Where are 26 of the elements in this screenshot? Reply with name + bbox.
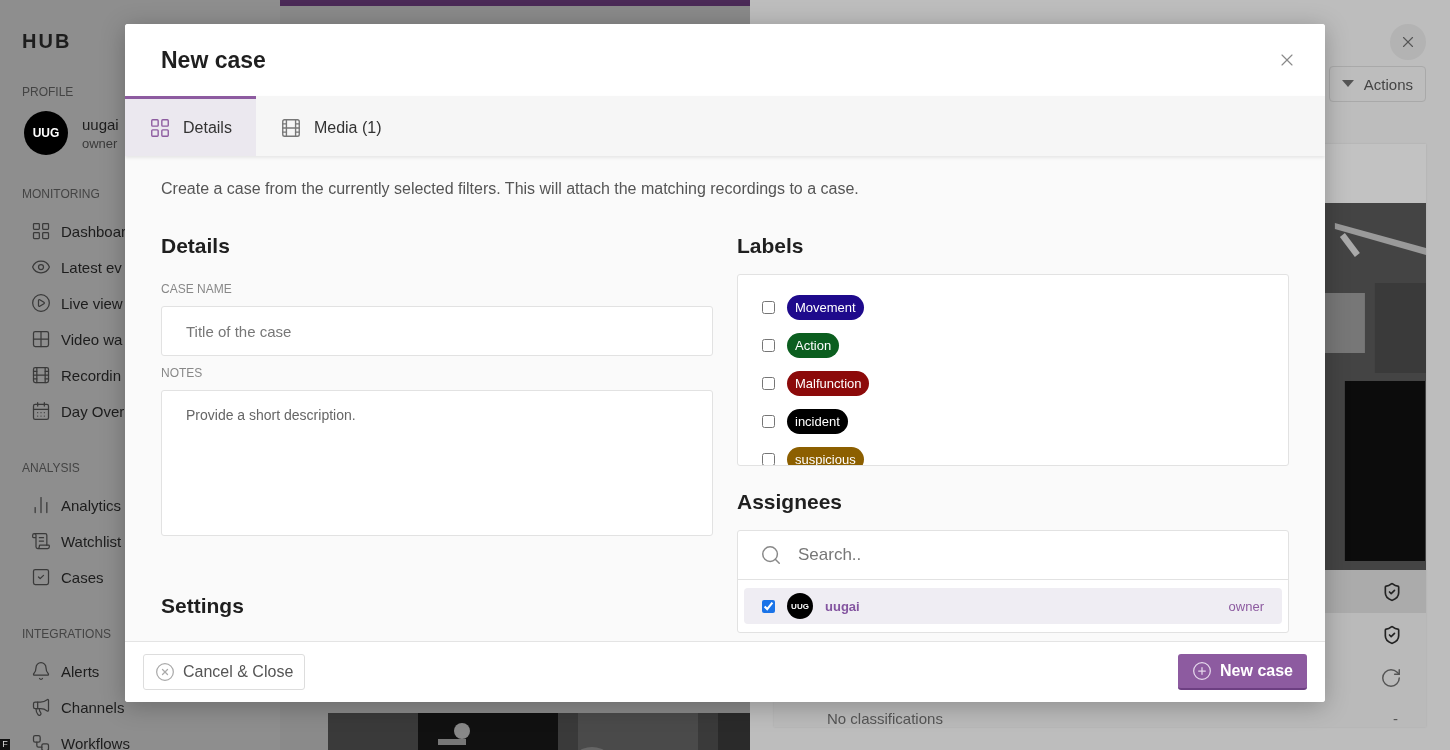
profile-role: owner bbox=[82, 135, 119, 151]
section-heading: Labels bbox=[737, 234, 805, 258]
label-tag: Action bbox=[787, 332, 840, 358]
field-label: CASE NAME bbox=[161, 282, 233, 296]
section-title: PROFILE bbox=[22, 85, 74, 99]
profile-name: uugai bbox=[82, 115, 119, 133]
label-tag: Movement bbox=[787, 294, 864, 320]
classification-value: - bbox=[1393, 710, 1398, 727]
corner-badge: F bbox=[0, 739, 10, 750]
avatar: UUG bbox=[24, 111, 68, 155]
dialog-title: New case bbox=[161, 46, 266, 74]
classification-label: No classifications bbox=[827, 710, 943, 727]
brand-title: HUB bbox=[22, 30, 73, 53]
section-title: INTEGRATIONS bbox=[22, 627, 112, 641]
avatar: UUG bbox=[787, 593, 813, 619]
field-label: NOTES bbox=[161, 366, 204, 380]
label-tag: incident bbox=[787, 408, 848, 434]
section-heading: Details bbox=[161, 234, 231, 258]
assignee-name: uugai bbox=[825, 598, 860, 614]
section-heading: Assignees bbox=[737, 490, 844, 514]
description: Create a case from the currently selected filters. This will attach the matching recordings to a case. bbox=[161, 180, 860, 198]
section-title: MONITORING bbox=[22, 187, 100, 201]
assignee-role: owner bbox=[1228, 598, 1264, 614]
section-title: ANALYSIS bbox=[22, 461, 80, 475]
section-heading: Settings bbox=[161, 594, 245, 618]
label-tag: Malfunction bbox=[787, 370, 870, 396]
